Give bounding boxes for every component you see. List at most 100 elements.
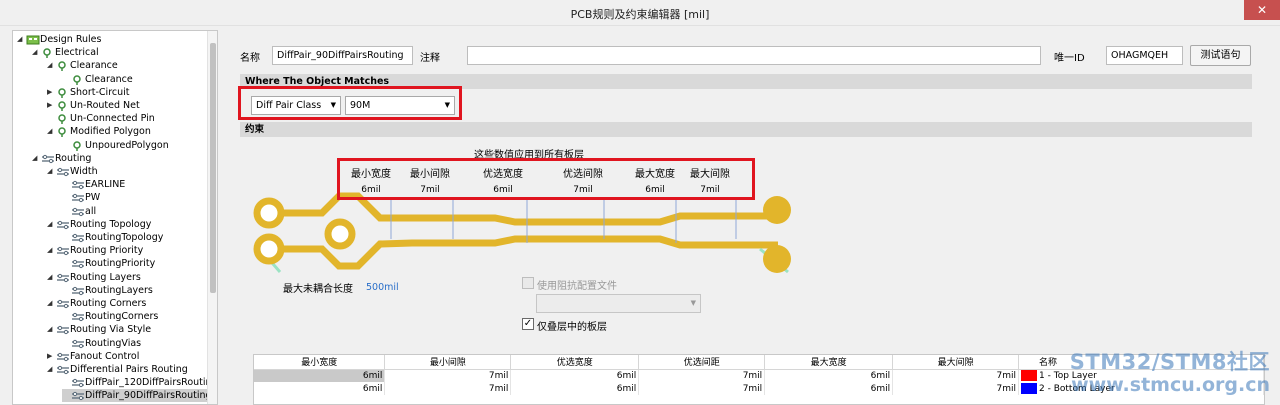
expand-toggle-icon[interactable]: ◢ <box>47 323 56 336</box>
via-center <box>324 218 356 250</box>
table-cell[interactable]: 7mil <box>384 369 512 382</box>
table-header[interactable]: 最大宽度 <box>764 355 894 370</box>
tree-item[interactable]: ◢ Routing Priority <box>47 244 207 257</box>
tree-item[interactable]: RoutingPriority <box>62 257 207 270</box>
table-cell[interactable]: 7mil <box>892 369 1020 382</box>
tree-item[interactable]: ◢ Routing Corners <box>47 297 207 310</box>
tree-item[interactable]: ◢ Routing <box>32 152 207 165</box>
tree-item[interactable]: DiffPair_90DiffPairsRouting <box>62 389 212 403</box>
layer-color-swatch <box>1021 370 1038 382</box>
pad-bottom-left <box>253 233 285 265</box>
expand-toggle-icon[interactable]: ▶ <box>47 86 56 99</box>
expand-toggle-icon[interactable]: ◢ <box>47 218 56 231</box>
name-field[interactable]: DiffPair_90DiffPairsRouting <box>272 46 413 65</box>
tree-item[interactable]: ◢ Clearance <box>47 59 207 72</box>
tree-item-label: Routing Corners <box>70 298 147 309</box>
rule-icon <box>71 140 85 151</box>
expand-toggle-icon[interactable]: ◢ <box>47 297 56 310</box>
expand-toggle-icon[interactable]: ◢ <box>47 363 56 376</box>
tree-item[interactable]: RoutingVias <box>62 337 207 350</box>
tree-item[interactable]: ▶ Short-Circuit <box>47 86 207 99</box>
tree-item[interactable]: PW <box>62 191 207 204</box>
tree-item[interactable]: RoutingCorners <box>62 310 207 323</box>
table-cell[interactable]: 6mil <box>510 382 640 395</box>
tree-item[interactable]: Un-Connected Pin <box>47 112 207 125</box>
impedance-profile-checkbox[interactable] <box>522 277 534 289</box>
tree-item-label: Modified Polygon <box>70 126 151 138</box>
expand-toggle-icon[interactable]: ◢ <box>32 46 41 59</box>
table-cell[interactable]: 6mil <box>764 382 894 395</box>
table-cell[interactable]: 7mil <box>638 382 766 395</box>
table-header[interactable]: 优选宽度 <box>510 355 640 370</box>
tree-item[interactable]: ◢ Routing Topology <box>47 218 207 231</box>
expand-toggle-icon[interactable]: ▶ <box>47 350 56 363</box>
tree-item-label: Differential Pairs Routing <box>70 364 188 375</box>
rule-group-icon <box>56 126 70 138</box>
table-header[interactable]: 最大间隙 <box>892 355 1020 370</box>
pad-top-left <box>253 197 285 229</box>
expand-toggle-icon[interactable]: ◢ <box>32 152 41 165</box>
constraints-section-title: 约束 <box>240 122 1252 137</box>
close-icon[interactable]: ✕ <box>1257 3 1267 17</box>
uid-label: 唯一ID <box>1054 53 1085 64</box>
tree-item[interactable]: ◢ Electrical <box>32 46 207 59</box>
name-label: 名称 <box>240 53 260 64</box>
test-query-button[interactable]: 测试语句 <box>1190 45 1251 66</box>
table-cell[interactable]: 6mil <box>764 369 894 382</box>
expand-toggle-icon[interactable]: ◢ <box>47 59 56 72</box>
expand-toggle-icon[interactable]: ◢ <box>47 244 56 257</box>
table-cell[interactable]: 7mil <box>892 382 1020 395</box>
expand-toggle-icon[interactable]: ▶ <box>47 99 56 112</box>
tree-item-label: DiffPair_90DiffPairsRouting <box>85 390 212 402</box>
tree-item[interactable]: ◢ Modified Polygon <box>47 125 207 138</box>
tree-item[interactable]: ◢ Routing Via Style <box>47 323 207 336</box>
rule-group-icon <box>56 100 70 111</box>
tree-item[interactable]: RoutingTopology <box>62 231 207 244</box>
tree-item[interactable]: RoutingLayers <box>62 284 207 297</box>
table-cell[interactable]: 7mil <box>638 369 766 382</box>
tree-item[interactable]: ▶ Un-Routed Net <box>47 99 207 112</box>
impedance-profile-dropdown[interactable]: ▼ <box>536 294 701 313</box>
tree-item[interactable]: ◢ Differential Pairs Routing <box>47 363 207 376</box>
max-uncoupled-label: 最大未耦合长度 <box>283 284 353 295</box>
highlight-box-where <box>238 86 462 120</box>
expand-toggle-icon[interactable]: ◢ <box>17 33 26 46</box>
rule-group-icon <box>41 47 55 59</box>
tree-item[interactable]: EARLINE <box>62 178 207 191</box>
tree-item[interactable]: ◢ Design Rules <box>17 33 207 46</box>
tree-item-label: Un-Connected Pin <box>70 113 155 125</box>
close-button[interactable]: ✕ <box>1244 0 1280 20</box>
tree-item[interactable]: ◢ Routing Layers <box>47 271 207 284</box>
routing-group-icon <box>56 351 70 362</box>
tree-item[interactable]: ▶ Fanout Control <box>47 350 207 363</box>
tree-item[interactable]: Clearance <box>62 73 207 86</box>
pad-bottom-right <box>763 245 791 273</box>
tree-item[interactable]: all <box>62 205 207 218</box>
routing-icon <box>71 390 85 401</box>
comment-field[interactable] <box>467 46 1041 65</box>
title-bar: PCB规则及约束编辑器 [mil] ✕ <box>0 0 1280 26</box>
tree-item[interactable]: UnpouredPolygon <box>62 139 207 152</box>
tree-item[interactable]: ◢ Width <box>47 165 207 178</box>
uid-field[interactable]: OHAGMQEH <box>1106 46 1183 65</box>
tree-item-label: all <box>85 205 97 217</box>
table-cell[interactable]: 7mil <box>384 382 512 395</box>
table-header[interactable]: 最小宽度 <box>254 355 386 370</box>
table-cell[interactable]: 6mil <box>254 382 386 395</box>
table-cell[interactable]: 6mil <box>254 369 386 382</box>
stack-only-checkbox[interactable]: ✓ <box>522 318 534 330</box>
max-uncoupled-value[interactable]: 500mil <box>366 282 399 293</box>
tree-scrollbar[interactable] <box>207 31 217 404</box>
expand-toggle-icon[interactable]: ◢ <box>47 165 56 178</box>
table-header[interactable]: 优选间距 <box>638 355 766 370</box>
tree-item-label: Routing <box>55 152 92 164</box>
tree-scrollbar-thumb[interactable] <box>210 43 216 293</box>
expand-toggle-icon[interactable]: ◢ <box>47 271 56 284</box>
table-cell[interactable]: 6mil <box>510 369 640 382</box>
routing-group-icon <box>56 272 70 283</box>
expand-toggle-icon[interactable]: ◢ <box>47 125 56 138</box>
table-header[interactable]: 最小间隙 <box>384 355 512 370</box>
routing-group-icon <box>56 324 70 335</box>
rules-tree[interactable]: ◢ Design Rules ◢ Electrical ◢ Clearance Cleara… <box>12 30 218 405</box>
tree-item[interactable]: DiffPair_120DiffPairsRouting <box>62 376 217 389</box>
